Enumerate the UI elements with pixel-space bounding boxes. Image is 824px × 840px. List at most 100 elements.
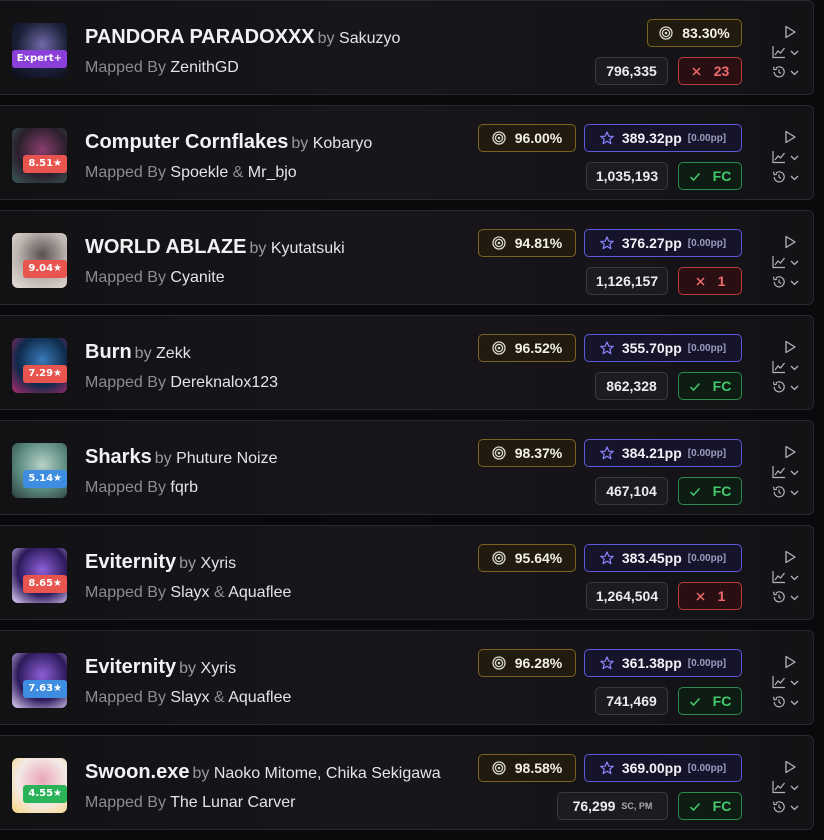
pp-badge: 383.45pp [0.00pp] xyxy=(584,544,742,572)
song-artist: Phuture Noize xyxy=(176,450,278,467)
accuracy-value: 83.30% xyxy=(682,25,730,41)
graph-dropdown-button[interactable] xyxy=(772,255,799,269)
target-icon xyxy=(492,551,506,565)
history-icon xyxy=(772,65,786,79)
check-icon xyxy=(689,486,701,497)
target-icon xyxy=(492,236,506,250)
play-icon xyxy=(783,655,797,669)
graph-dropdown-button[interactable] xyxy=(772,465,799,479)
difficulty-badge: 8.65★ xyxy=(23,575,67,593)
song-artist: Naoko Mitome, Chika Sekigawa xyxy=(213,765,441,782)
history-icon xyxy=(772,485,786,499)
mapper-name: Aquaflee xyxy=(228,584,292,601)
score-card[interactable]: 4.55★ Swoon.exe by Naoko Mitome, Chika Sek… xyxy=(0,735,814,830)
score-card[interactable]: 5.14★ Sharks by Phuture Noize Mapped By fqr… xyxy=(0,420,814,515)
chevron-down-icon xyxy=(790,699,799,706)
score-value: 76,299 xyxy=(572,798,616,814)
score-card[interactable]: 8.51★ Computer Cornflakes by Kobaryo Mapped… xyxy=(0,105,814,200)
pp-value: 389.32pp xyxy=(621,130,682,146)
weighted-pp-value: [0.00pp] xyxy=(687,657,727,669)
check-icon xyxy=(689,801,701,812)
song-title: Sharks xyxy=(85,446,152,468)
by-label: by xyxy=(154,450,172,467)
play-replay-button[interactable] xyxy=(783,130,797,144)
graph-dropdown-button[interactable] xyxy=(772,570,799,584)
difficulty-badge: 7.29★ xyxy=(23,365,67,383)
song-cover[interactable]: 9.04★ xyxy=(12,233,67,288)
chart-icon xyxy=(772,570,786,584)
play-replay-button[interactable] xyxy=(783,655,797,669)
score-card[interactable]: 9.04★ WORLD ABLAZE by Kyutatsuki Mapped By … xyxy=(0,210,814,305)
chevron-down-icon xyxy=(790,259,799,266)
history-dropdown-button[interactable] xyxy=(772,380,799,394)
song-cover[interactable]: 8.65★ xyxy=(12,548,67,603)
song-cover[interactable]: 7.63★ xyxy=(12,653,67,708)
history-dropdown-button[interactable] xyxy=(772,170,799,184)
play-replay-button[interactable] xyxy=(783,550,797,564)
song-artist: Zekk xyxy=(156,345,191,362)
graph-dropdown-button[interactable] xyxy=(772,780,799,794)
graph-dropdown-button[interactable] xyxy=(772,45,799,59)
pp-badge: 361.38pp [0.00pp] xyxy=(584,649,742,677)
score-card[interactable]: 7.63★ Eviternity by Xyris Mapped By Slayx &… xyxy=(0,630,814,725)
song-title-line: Sharks by Phuture Noize xyxy=(85,446,277,469)
full-combo-label: FC xyxy=(712,483,732,499)
difficulty-badge: Expert+ xyxy=(12,50,67,68)
play-replay-button[interactable] xyxy=(783,340,797,354)
pp-value: 369.00pp xyxy=(621,760,682,776)
song-cover[interactable]: 5.14★ xyxy=(12,443,67,498)
song-cover[interactable]: 4.55★ xyxy=(12,758,67,813)
mapper-line: Mapped By fqrb xyxy=(85,479,198,497)
mapper-name: Dereknalox123 xyxy=(170,374,279,391)
star-icon xyxy=(600,656,614,670)
miss-count: 1 xyxy=(717,588,726,604)
song-title: Eviternity xyxy=(85,551,177,573)
history-dropdown-button[interactable] xyxy=(772,65,799,79)
history-dropdown-button[interactable] xyxy=(772,590,799,604)
star-icon xyxy=(600,761,614,775)
difficulty-badge: 9.04★ xyxy=(23,260,67,278)
target-icon xyxy=(492,656,506,670)
history-dropdown-button[interactable] xyxy=(772,695,799,709)
graph-dropdown-button[interactable] xyxy=(772,150,799,164)
score-card[interactable]: 8.65★ Eviternity by Xyris Mapped By Slayx &… xyxy=(0,525,814,620)
x-icon xyxy=(695,591,706,602)
accuracy-value: 96.52% xyxy=(514,340,563,356)
mapper-name: Slayx xyxy=(170,689,210,706)
by-label: by xyxy=(179,660,197,677)
score-badge: 1,126,157 xyxy=(586,267,668,295)
accuracy-value: 98.58% xyxy=(514,760,563,776)
score-card[interactable]: 7.29★ Burn by Zekk Mapped By Dereknalox123 9… xyxy=(0,315,814,410)
play-replay-button[interactable] xyxy=(783,760,797,774)
mapper-line: Mapped By Spoekle & Mr_bjo xyxy=(85,164,297,182)
graph-dropdown-button[interactable] xyxy=(772,360,799,374)
score-badge: 467,104 xyxy=(595,477,668,505)
graph-dropdown-button[interactable] xyxy=(772,675,799,689)
song-artist: Sakuzyo xyxy=(339,30,401,47)
play-replay-button[interactable] xyxy=(783,445,797,459)
history-dropdown-button[interactable] xyxy=(772,275,799,289)
miss-count: 1 xyxy=(717,273,726,289)
song-cover[interactable]: 8.51★ xyxy=(12,128,67,183)
song-artist: Kyutatsuki xyxy=(270,240,345,257)
star-icon xyxy=(600,236,614,250)
accuracy-value: 95.64% xyxy=(514,550,563,566)
chevron-down-icon xyxy=(790,49,799,56)
accuracy-value: 96.00% xyxy=(514,130,563,146)
mapper-name: Aquaflee xyxy=(228,689,292,706)
play-replay-button[interactable] xyxy=(783,25,797,39)
song-cover[interactable]: Expert+ xyxy=(12,23,67,78)
score-value: 467,104 xyxy=(606,483,657,499)
history-dropdown-button[interactable] xyxy=(772,800,799,814)
chevron-down-icon xyxy=(790,69,799,76)
by-label: by xyxy=(291,135,309,152)
target-icon xyxy=(492,341,506,355)
play-replay-button[interactable] xyxy=(783,235,797,249)
score-card[interactable]: Expert+ PANDORA PARADOXXX by Sakuzyo Mapped… xyxy=(0,0,814,95)
accuracy-badge: 96.00% xyxy=(478,124,576,152)
star-icon xyxy=(600,446,614,460)
song-cover[interactable]: 7.29★ xyxy=(12,338,67,393)
mapper-line: Mapped By Cyanite xyxy=(85,269,225,287)
history-dropdown-button[interactable] xyxy=(772,485,799,499)
chevron-down-icon xyxy=(790,154,799,161)
